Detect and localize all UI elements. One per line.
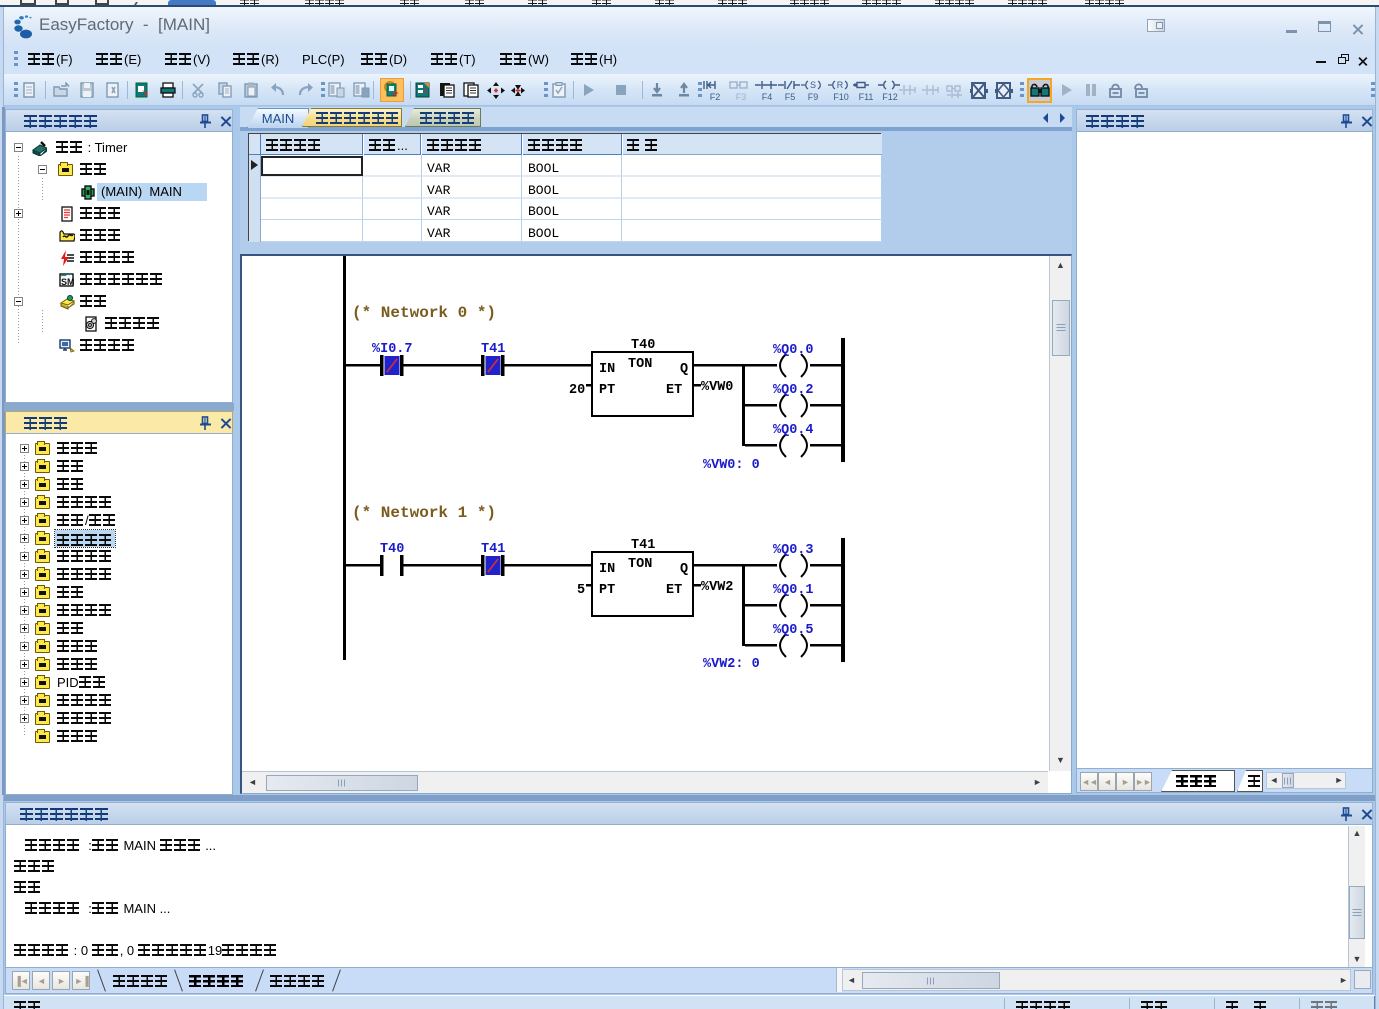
svg-text:TON: TON (628, 557, 652, 572)
svg-text:F11: F11 (859, 92, 874, 102)
svg-text:S: S (810, 80, 816, 90)
svg-text:PT: PT (599, 383, 615, 398)
svg-text:%Q0.0: %Q0.0 (773, 343, 814, 358)
svg-text:F12: F12 (882, 92, 898, 102)
svg-text:F9: F9 (808, 92, 819, 102)
svg-text:%VW0: %VW0 (701, 380, 733, 395)
svg-text:F10: F10 (833, 92, 849, 102)
svg-text:T41: T41 (481, 342, 505, 357)
svg-text:F5: F5 (785, 92, 796, 102)
svg-text:TON: TON (628, 357, 652, 372)
svg-text:IN: IN (599, 362, 615, 377)
svg-text:5: 5 (577, 583, 585, 598)
svg-text:PT: PT (599, 583, 615, 598)
svg-text:(* Network 1 *): (* Network 1 *) (352, 504, 496, 522)
svg-text:%VW0: 0: %VW0: 0 (703, 458, 760, 473)
svg-text:(* Network 0 *): (* Network 0 *) (352, 304, 496, 322)
svg-text:F3: F3 (736, 92, 747, 102)
svg-text:T40: T40 (631, 338, 655, 353)
svg-text:IN: IN (599, 562, 615, 577)
svg-text:%Q0.2: %Q0.2 (773, 383, 814, 398)
svg-text:T41: T41 (631, 538, 655, 553)
svg-text:Q: Q (680, 362, 688, 377)
svg-text:R: R (837, 80, 844, 90)
svg-text:Q: Q (680, 562, 688, 577)
svg-text:%VW2: 0: %VW2: 0 (703, 657, 760, 672)
svg-text:%VW2: %VW2 (701, 580, 733, 595)
svg-text:SM: SM (61, 277, 75, 287)
svg-text:T41: T41 (481, 542, 505, 557)
svg-text:%Q0.1: %Q0.1 (773, 583, 814, 598)
svg-text:F2: F2 (710, 92, 721, 102)
svg-text:T40: T40 (380, 542, 404, 557)
svg-text:%Q0.4: %Q0.4 (773, 423, 814, 438)
svg-text:%Q0.3: %Q0.3 (773, 543, 814, 558)
svg-text:ET: ET (666, 583, 682, 598)
svg-text:ET: ET (666, 383, 682, 398)
svg-text:%I0.7: %I0.7 (372, 342, 413, 357)
svg-text:20: 20 (569, 383, 585, 398)
svg-text:F4: F4 (762, 92, 773, 102)
svg-text:%Q0.5: %Q0.5 (773, 623, 814, 638)
